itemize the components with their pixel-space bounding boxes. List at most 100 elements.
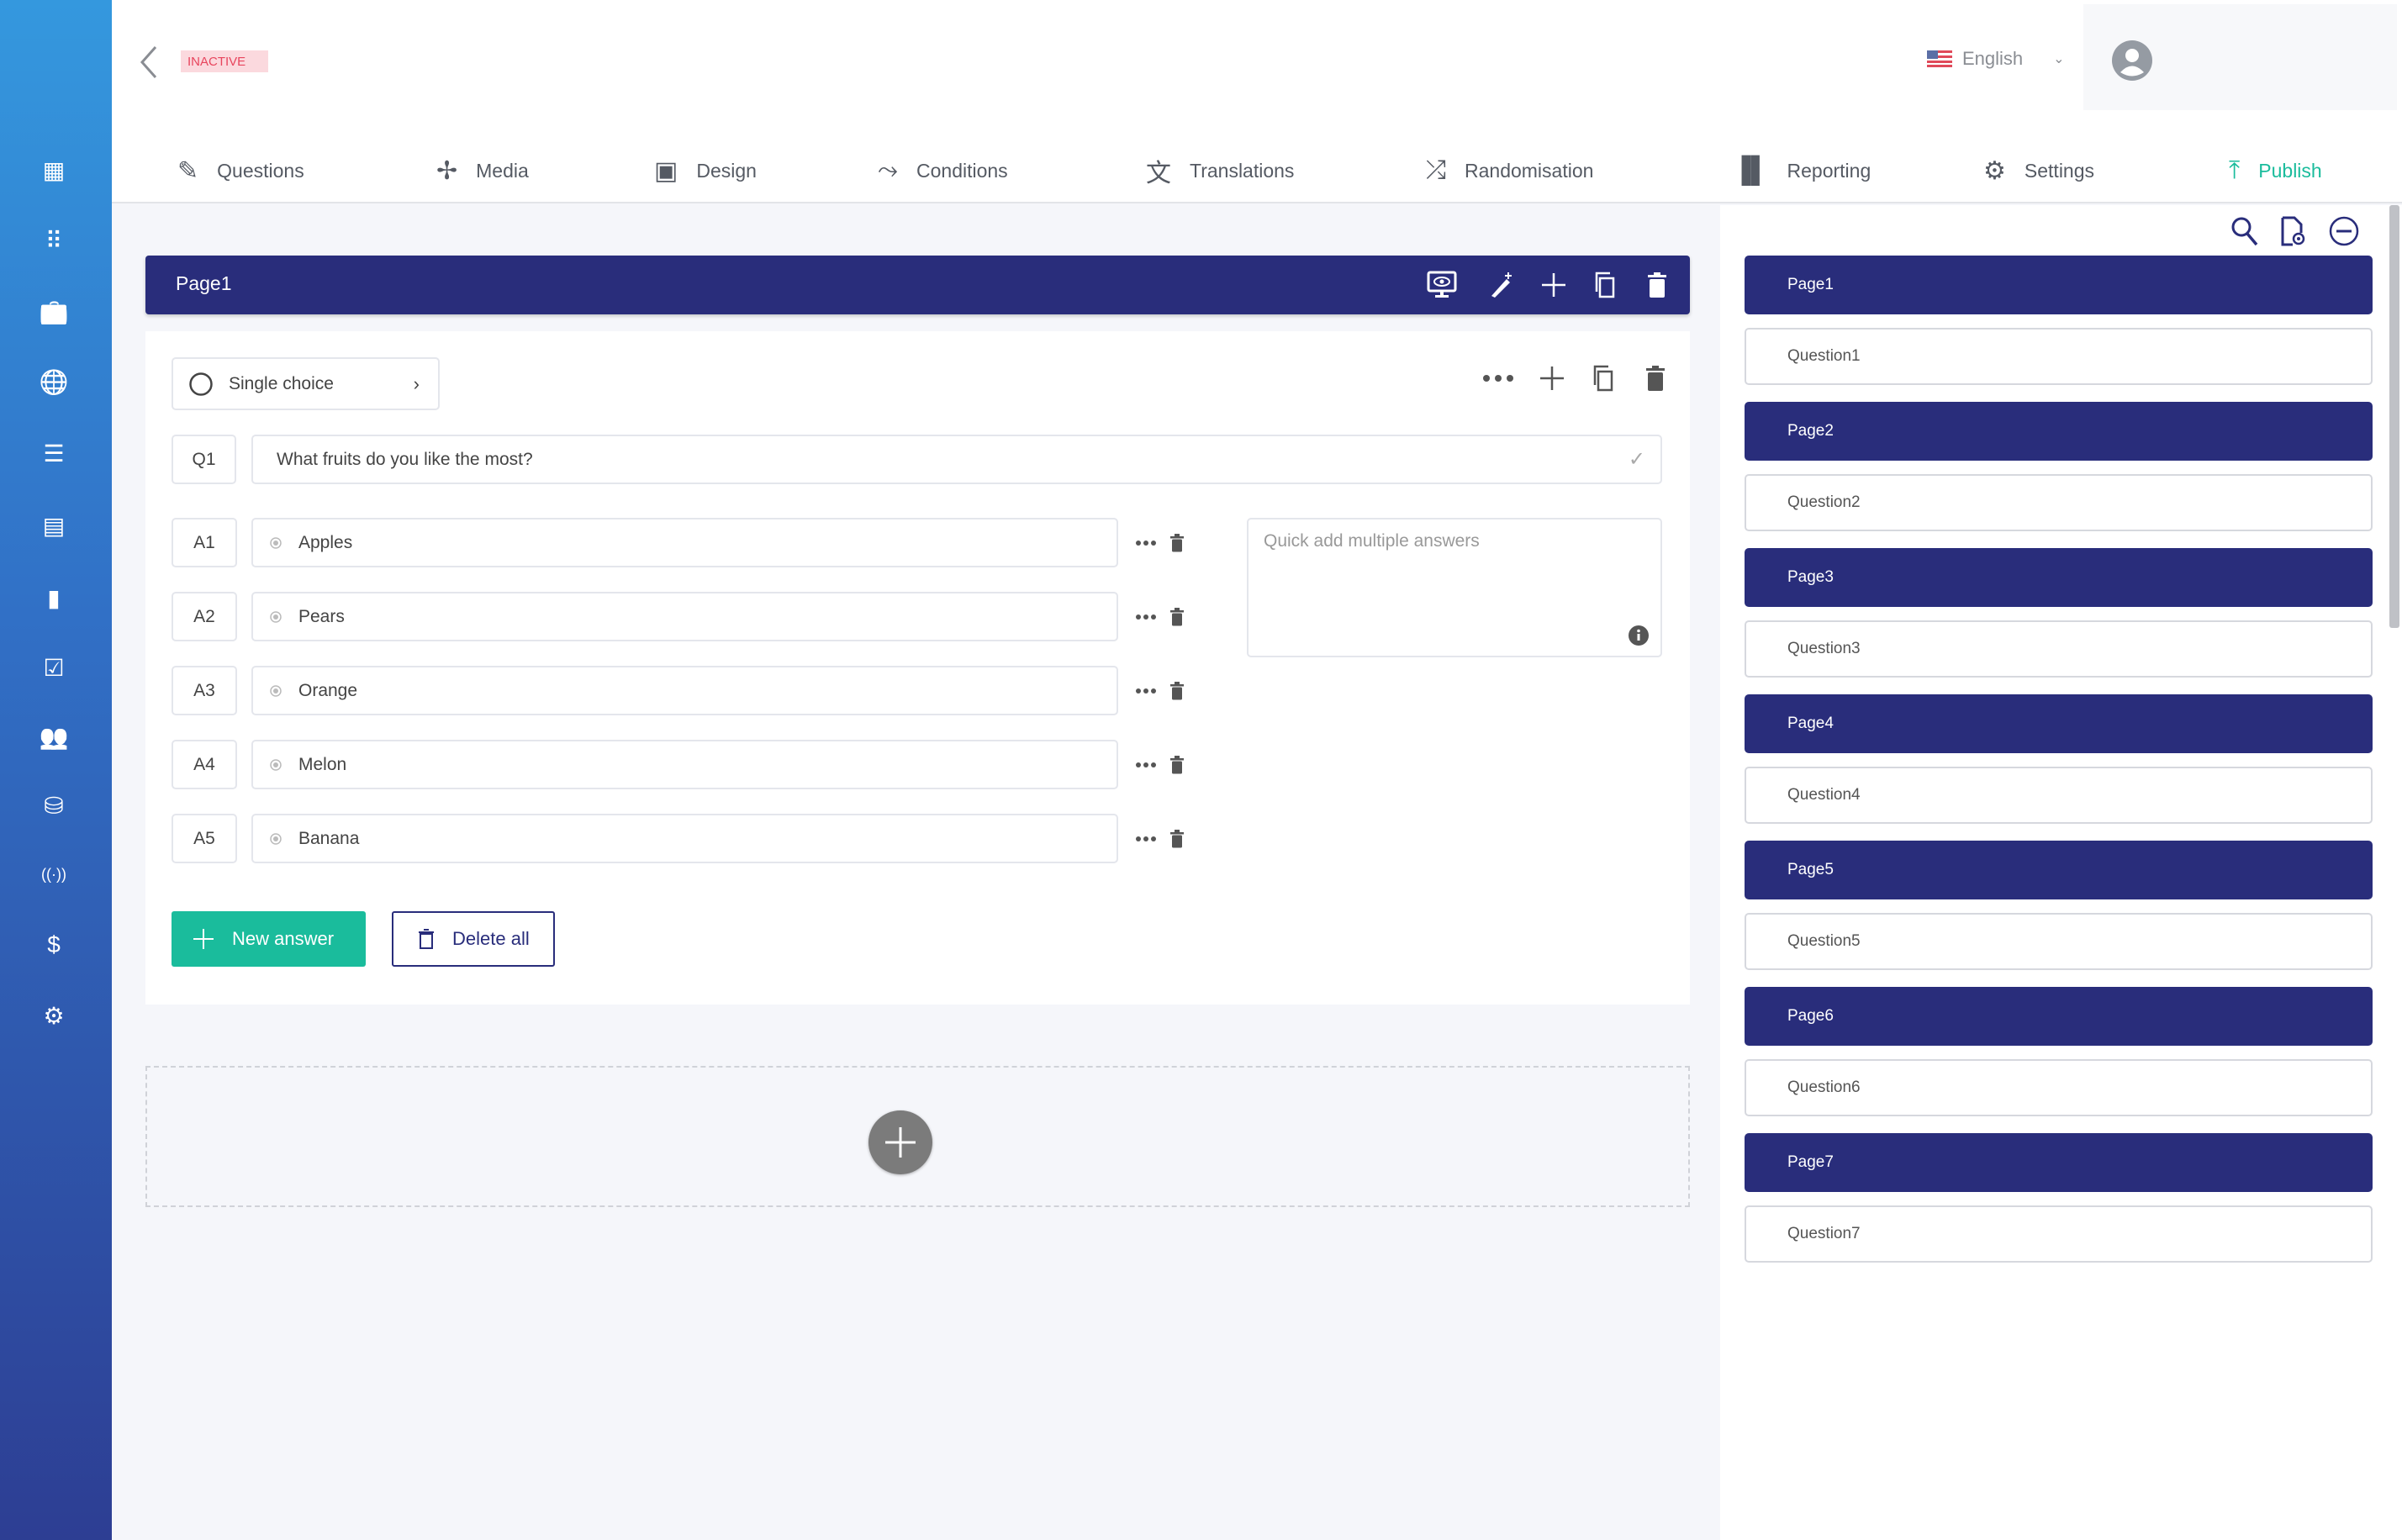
duplicate-question-button[interactable] (1586, 361, 1620, 395)
sidebar-item-billing[interactable]: $ (37, 928, 71, 962)
answer-more-button[interactable] (1133, 604, 1159, 630)
outline-page-item[interactable]: Page4 (1745, 694, 2373, 753)
briefcase-icon: 💼 (39, 298, 69, 324)
quick-add-answers-textarea[interactable]: Quick add multiple answers (1247, 518, 1662, 657)
outline-question-item[interactable]: Question1 (1745, 328, 2373, 385)
tab-label: Publish (2258, 159, 2322, 182)
outline-question-item[interactable]: Question2 (1745, 474, 2373, 531)
tab-label: Questions (217, 159, 304, 182)
outline-question-item[interactable]: Question6 (1745, 1059, 2373, 1116)
delete-all-button[interactable]: Delete all (392, 911, 555, 967)
trash-icon (1170, 682, 1184, 700)
answer-delete-button[interactable] (1166, 826, 1188, 852)
collapse-all-button[interactable] (2327, 214, 2361, 248)
answer-more-button[interactable] (1133, 530, 1159, 556)
add-block-button[interactable] (868, 1110, 932, 1174)
add-question-button[interactable] (1535, 361, 1569, 395)
tab-reporting[interactable]: ▐▌ Reporting (1733, 153, 1871, 188)
header: INACTIVE English ⌄ ✎ Questions ✢ Media ▣ Desi… (112, 0, 2402, 203)
answer-input[interactable]: Apples (251, 518, 1118, 567)
feedback-icon: ▤ (42, 512, 66, 539)
back-button[interactable] (137, 44, 171, 81)
sidebar-item-checkbox[interactable]: ☑ (37, 651, 71, 684)
answer-code: A3 (172, 666, 237, 715)
sidebar-item-users[interactable]: 👥 (37, 720, 71, 753)
sidebar-item-briefcase[interactable]: 💼 (37, 294, 71, 328)
answer-input[interactable]: Orange (251, 666, 1118, 715)
trash-icon (1646, 366, 1665, 391)
globe-icon: 🌐 (39, 368, 69, 395)
answer-delete-button[interactable] (1166, 678, 1188, 704)
chevron-down-icon: ⌄ (2053, 52, 2065, 66)
answer-input[interactable]: Banana (251, 814, 1118, 863)
sidebar-item-feedback[interactable]: ▤ (37, 509, 71, 542)
outline-page-label: Page4 (1787, 715, 1834, 732)
answer-more-button[interactable] (1133, 752, 1159, 778)
language-selector[interactable]: English ⌄ (1927, 44, 2065, 74)
question-type-selector[interactable]: Single choice › (172, 357, 440, 410)
answer-input[interactable]: Melon (251, 740, 1118, 789)
translate-icon: 文 (1146, 160, 1171, 187)
search-outline-button[interactable] (2228, 214, 2262, 248)
sidebar-item-apps-grid[interactable]: ⠿ (37, 224, 71, 257)
copy-icon (1593, 365, 1613, 392)
outline-question-item[interactable]: Question3 (1745, 620, 2373, 678)
radio-dot-icon (270, 832, 282, 845)
answer-more-button[interactable] (1133, 826, 1159, 852)
sidebar-item-dashboard[interactable]: ▦ (37, 153, 71, 187)
sidebar-item-globe[interactable]: 🌐 (37, 365, 71, 398)
answer-delete-button[interactable] (1166, 604, 1188, 630)
answer-delete-button[interactable] (1166, 752, 1188, 778)
trash-icon (1648, 272, 1666, 298)
sidebar-item-analytics[interactable]: ▮ (37, 581, 71, 614)
answer-code: A5 (172, 814, 237, 863)
magic-edit-button[interactable] (1484, 270, 1518, 300)
outline-question-item[interactable]: Question4 (1745, 767, 2373, 824)
answer-delete-button[interactable] (1166, 530, 1188, 556)
tab-publish[interactable]: ⤒ Publish (2229, 153, 2322, 188)
new-answer-button[interactable]: New answer (172, 911, 366, 967)
outline-question-item[interactable]: Question7 (1745, 1205, 2373, 1263)
outline-page-item[interactable]: Page7 (1745, 1133, 2373, 1192)
trash-icon (1170, 534, 1184, 552)
info-icon[interactable] (1629, 625, 1649, 646)
minus-circle-icon (2329, 216, 2359, 246)
outline-scrollbar[interactable] (2389, 205, 2399, 628)
sidebar-item-database[interactable]: ⛁ (37, 788, 71, 822)
users-icon: 👥 (39, 723, 69, 750)
delete-page-button[interactable] (1640, 270, 1674, 300)
question-text-input[interactable]: What fruits do you like the most? ✓ (251, 435, 1662, 484)
outline-page-item[interactable]: Page5 (1745, 841, 2373, 899)
delete-question-button[interactable] (1639, 361, 1672, 395)
user-menu[interactable] (2083, 4, 2397, 110)
outline-question-label: Question4 (1787, 786, 1861, 804)
tab-label: Settings (2024, 159, 2095, 182)
preview-button[interactable] (1425, 270, 1459, 300)
outline-page-item[interactable]: Page6 (1745, 987, 2373, 1046)
pencil-icon: ✎ (177, 156, 199, 185)
outline-question-label: Question1 (1787, 347, 1861, 365)
tab-media[interactable]: ✢ Media (436, 153, 529, 188)
answer-input[interactable]: Pears (251, 592, 1118, 641)
outline-page-item[interactable]: Page2 (1745, 402, 2373, 461)
list-chart-icon: ☰ (43, 440, 65, 467)
question-more-button[interactable] (1480, 361, 1517, 395)
sidebar-item-broadcast[interactable]: ((·)) (37, 857, 71, 891)
add-page-button[interactable] (1537, 270, 1571, 300)
duplicate-page-button[interactable] (1588, 270, 1622, 300)
outline-question-label: Question3 (1787, 640, 1861, 657)
outline-page-item[interactable]: Page1 (1745, 256, 2373, 314)
outline-page-item[interactable]: Page3 (1745, 548, 2373, 607)
tab-design[interactable]: ▣ Design (654, 153, 757, 188)
tab-randomisation[interactable]: ⤮ Randomisation (1426, 153, 1593, 188)
tab-translations[interactable]: 文 Translations (1146, 153, 1294, 188)
tab-conditions[interactable]: ⤳ Conditions (878, 153, 1008, 188)
tab-settings[interactable]: ⚙ Settings (1983, 153, 2094, 188)
outline-question-item[interactable]: Question5 (1745, 913, 2373, 970)
preview-document-button[interactable] (2277, 214, 2310, 248)
trash-icon (1170, 608, 1184, 626)
answer-more-button[interactable] (1133, 678, 1159, 704)
sidebar-item-settings[interactable]: ⚙ (37, 999, 71, 1032)
tab-questions[interactable]: ✎ Questions (177, 153, 304, 188)
sidebar-item-list-chart[interactable]: ☰ (37, 436, 71, 470)
